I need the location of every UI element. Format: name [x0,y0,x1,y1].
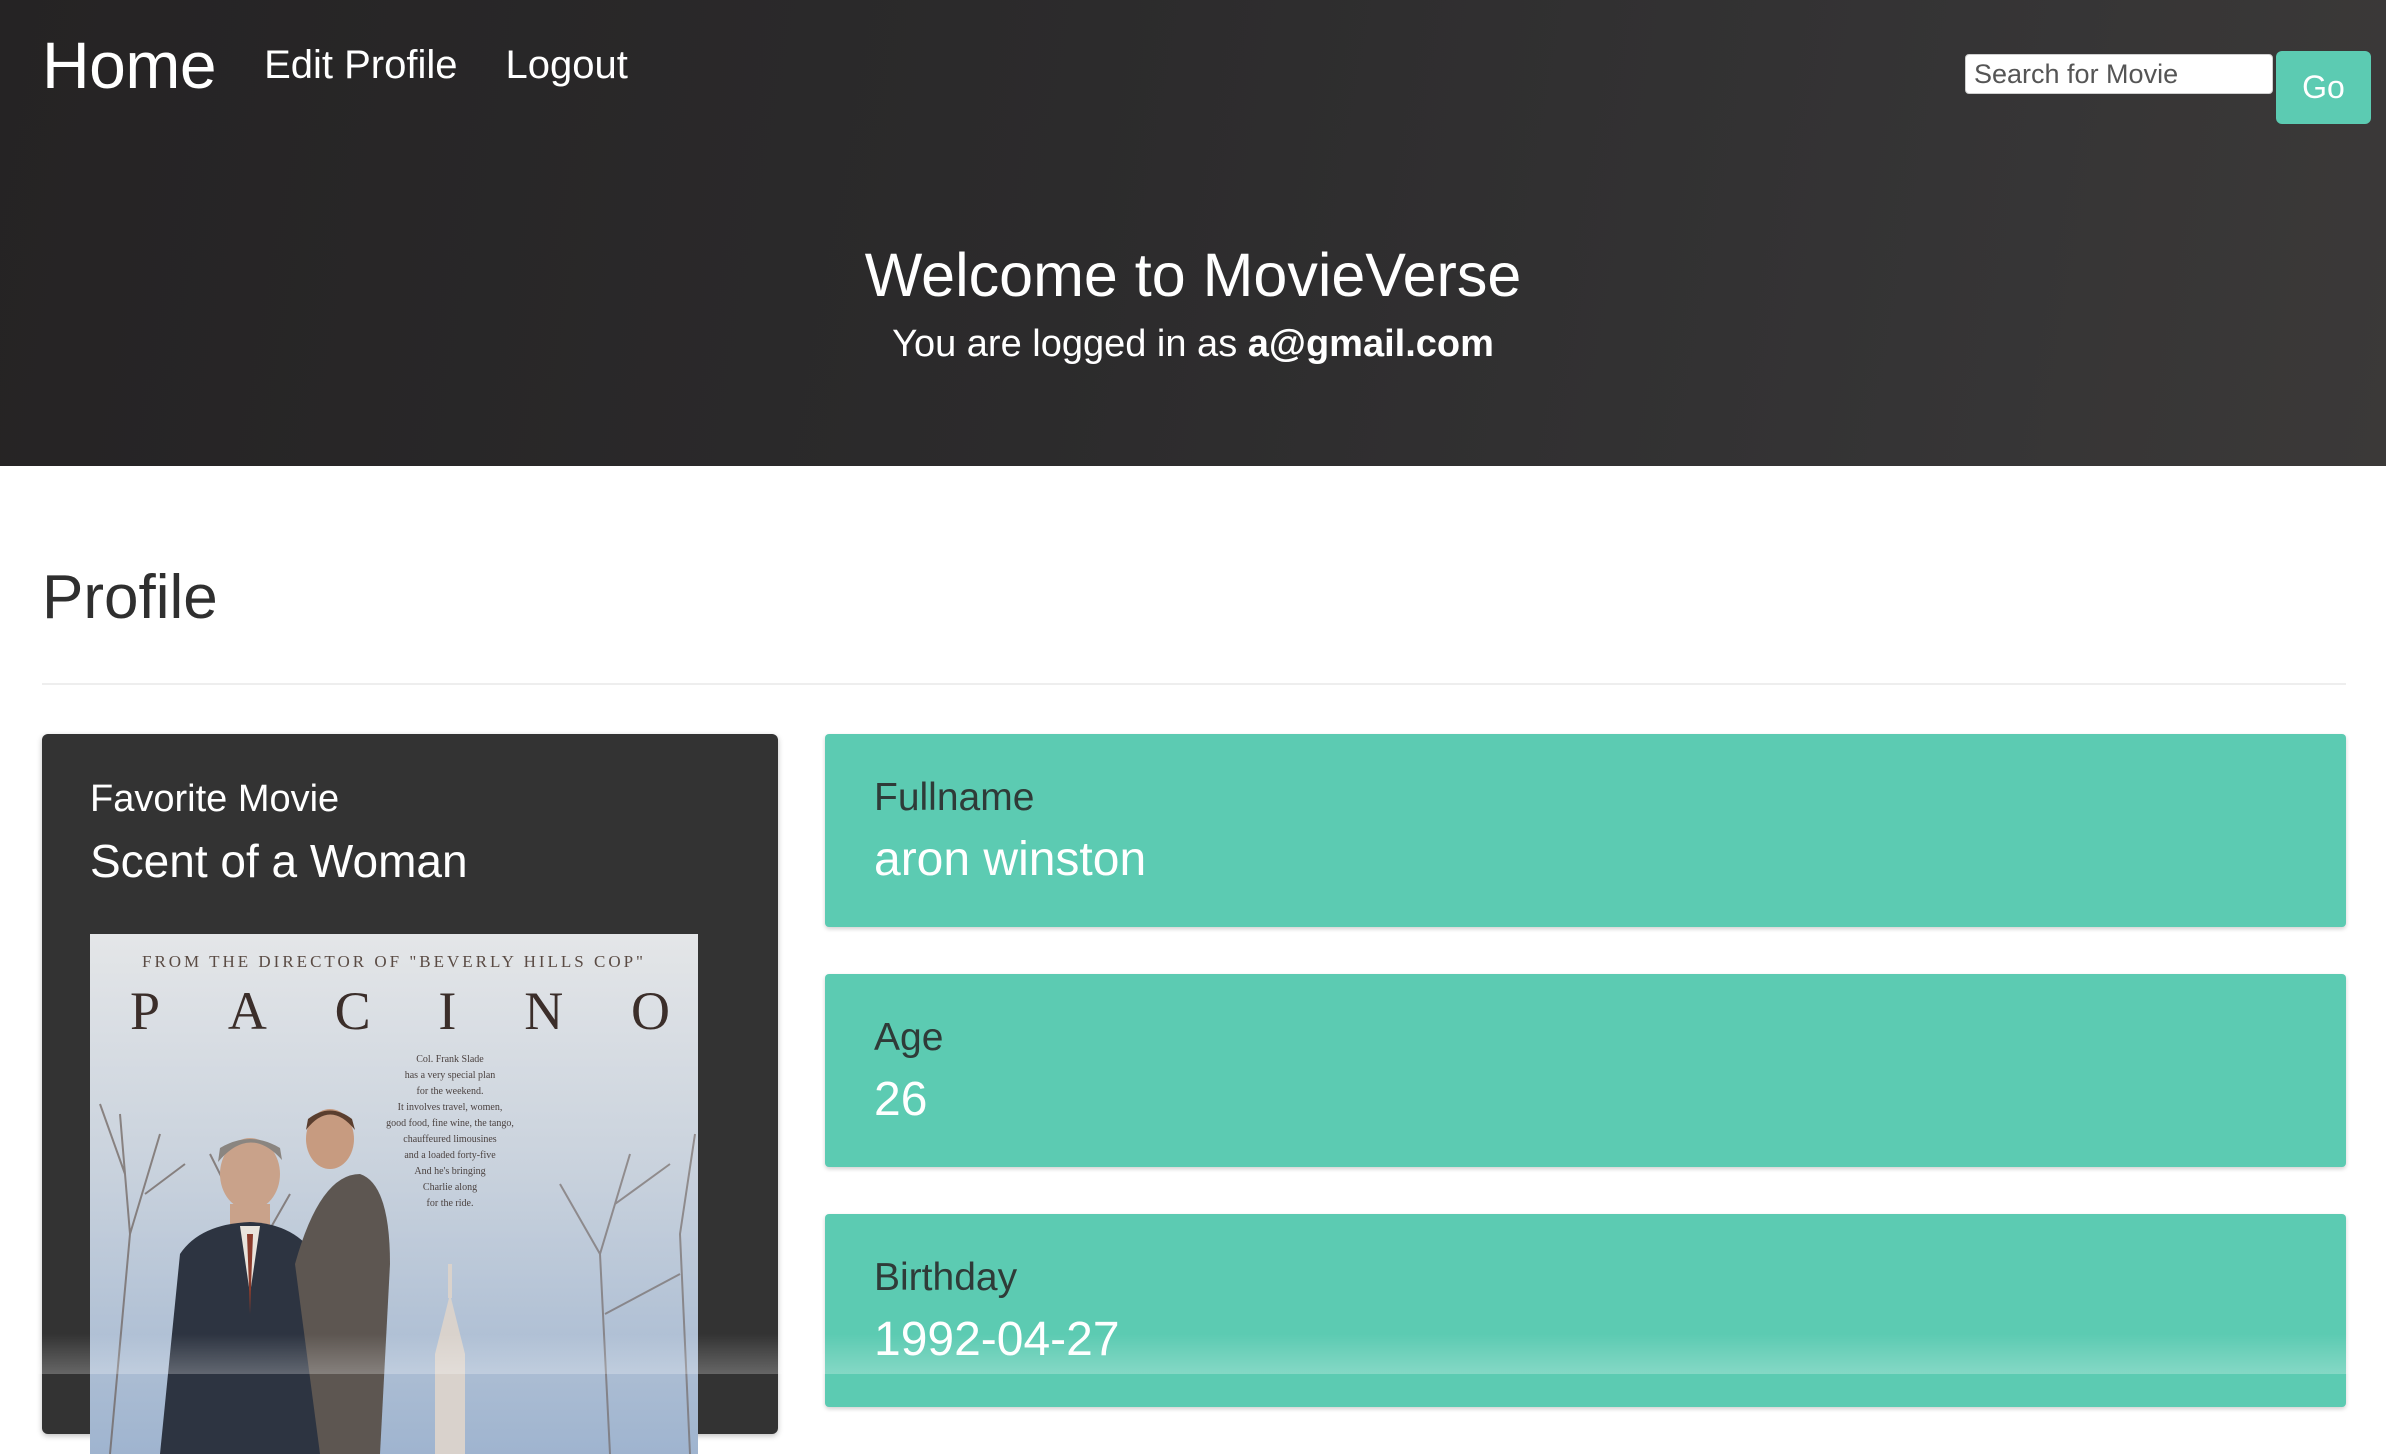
poster-blurb-line: for the ride. [426,1198,474,1209]
poster-blurb-line: and a loaded forty-five [404,1150,496,1161]
profile-heading: Profile [42,563,218,632]
poster-blurb-line: for the weekend. [416,1086,484,1097]
favorite-movie-title: Scent of a Woman [90,835,468,887]
poster-letter: A [227,981,267,1041]
age-label: Age [874,1016,944,1059]
poster-letter: P [130,981,161,1041]
logout-link[interactable]: Logout [505,43,627,88]
user-email: a@gmail.com [1247,323,1494,365]
movie-search-input[interactable] [1965,54,2273,94]
fullname-label: Fullname [874,776,1035,819]
age-value: 26 [874,1073,928,1126]
age-card: Age 26 [825,974,2346,1167]
poster-blurb-line: chauffeured limousines [403,1134,497,1145]
poster-letter: N [524,981,564,1041]
section-divider [42,683,2346,685]
poster-blurb-line: good food, fine wine, the tango, [386,1118,514,1129]
edit-profile-link[interactable]: Edit Profile [264,43,457,88]
favorite-movie-card: Favorite Movie Scent of a Woman FROM THE… [42,734,778,1454]
fullname-value: aron winston [874,833,1147,886]
poster-blurb-line: has a very special plan [404,1070,496,1081]
poster-blurb-line: And he's bringing [414,1166,486,1177]
poster-blurb-line: It involves travel, women, [397,1102,503,1113]
birthday-value: 1992-04-27 [874,1313,1120,1366]
poster-blurb-line: Col. Frank Slade [416,1054,484,1065]
home-link[interactable]: Home [42,27,217,103]
poster-tagline: FROM THE DIRECTOR OF "BEVERLY HILLS COP" [141,952,646,971]
poster-letter: O [630,981,670,1041]
poster-letter: C [334,981,371,1041]
fullname-card: Fullname aron winston [825,734,2346,927]
movie-poster[interactable]: FROM THE DIRECTOR OF "BEVERLY HILLS COP"… [90,934,698,1454]
poster-blurb: Col. Frank Slade has a very special plan… [370,1052,530,1212]
search-go-button[interactable]: Go [2276,51,2371,124]
birthday-card: Birthday 1992-04-27 [825,1214,2346,1407]
login-status: You are logged in as a@gmail.com [0,320,2386,368]
top-nav: Home Edit Profile Logout [42,0,676,130]
hero-header: Home Edit Profile Logout Go Welcome to M… [0,0,2386,466]
login-status-prefix: You are logged in as [892,323,1238,365]
favorite-movie-label: Favorite Movie [90,778,340,820]
birthday-label: Birthday [874,1256,1018,1299]
welcome-title: Welcome to MovieVerse [864,241,1522,309]
poster-letter: I [438,981,457,1041]
poster-blurb-line: Charlie along [422,1182,478,1193]
poster-actor-name: P A C I N O [130,980,670,1042]
